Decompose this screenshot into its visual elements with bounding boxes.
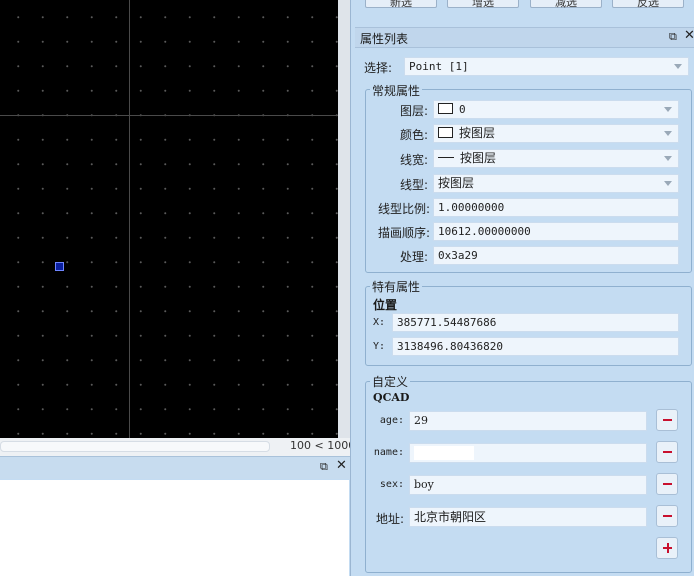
custom-value-address[interactable]: 北京市朝阳区	[409, 507, 647, 527]
drawing-canvas[interactable]	[0, 0, 338, 438]
linetype-label: 线型:	[399, 178, 428, 192]
new-selection-button[interactable]: 新选	[365, 0, 437, 8]
bottom-dock-body	[0, 480, 349, 576]
crosshair-vertical	[129, 0, 130, 438]
minus-icon[interactable]	[656, 473, 678, 495]
y-coordinate-input[interactable]: 3138496.80436820	[392, 337, 679, 356]
custom-key-address: 地址:	[375, 512, 404, 526]
custom-key-age: age:	[379, 415, 404, 426]
color-label: 颜色:	[399, 128, 428, 142]
custom-value-name[interactable]	[409, 443, 647, 463]
selection-label: 选择:	[364, 61, 393, 75]
invert-selection-button[interactable]: 反选	[612, 0, 684, 8]
linetype-dropdown[interactable]: 按图层	[433, 174, 679, 193]
panel-title: 属性列表	[360, 32, 409, 46]
custom-key-sex: sex:	[379, 479, 404, 490]
handle-label: 处理:	[399, 250, 428, 264]
selected-point-grip[interactable]	[55, 262, 64, 271]
draw-order-input[interactable]: 10612.00000000	[433, 222, 679, 241]
chevron-down-icon	[664, 156, 672, 161]
restore-icon[interactable]: ⧉	[669, 30, 677, 44]
general-properties-title: 常规属性	[370, 82, 423, 99]
zoom-indicator: 100 < 1000	[290, 439, 356, 452]
minus-icon[interactable]	[656, 505, 678, 527]
selection-dropdown[interactable]: Point [1]	[404, 57, 689, 76]
selection-value: Point [1]	[409, 60, 469, 73]
linetype-scale-input[interactable]: 1.00000000	[433, 198, 679, 217]
lineweight-dropdown[interactable]: 按图层	[433, 149, 679, 168]
layer-swatch-icon	[438, 103, 453, 114]
chevron-down-icon	[664, 107, 672, 112]
crosshair-horizontal	[0, 115, 338, 116]
chevron-down-icon	[674, 64, 682, 69]
minus-icon[interactable]	[656, 409, 678, 431]
layer-label: 图层:	[399, 104, 428, 118]
chevron-down-icon	[664, 181, 672, 186]
position-label: 位置	[373, 298, 398, 312]
custom-value-sex[interactable]: boy	[409, 475, 647, 495]
close-icon[interactable]: ✕	[684, 29, 694, 43]
property-panel-title-bar: 属性列表 ⧉ ✕	[355, 27, 694, 48]
selection-toolbar: 新选 增选 减选 反选	[350, 0, 694, 8]
y-label: Y:	[373, 341, 386, 352]
line-sample-icon	[438, 157, 454, 158]
custom-value-age[interactable]: 29	[409, 411, 647, 431]
custom-key-name: name:	[373, 447, 404, 458]
x-label: X:	[373, 317, 386, 328]
minus-icon[interactable]	[656, 441, 678, 463]
plus-icon[interactable]	[656, 537, 678, 559]
layer-dropdown[interactable]: 0	[433, 100, 679, 119]
custom-properties-title: 自定义	[370, 373, 411, 390]
bottom-dock-header: ⧉ ✕	[0, 456, 350, 479]
color-dropdown[interactable]: 按图层	[433, 124, 679, 143]
lineweight-label: 线宽:	[399, 153, 428, 167]
restore-icon[interactable]: ⧉	[320, 460, 328, 474]
color-swatch-icon	[438, 127, 453, 138]
specific-properties-title: 特有属性	[370, 278, 423, 295]
subtract-selection-button[interactable]: 减选	[530, 0, 602, 8]
add-selection-button[interactable]: 增选	[447, 0, 519, 8]
name-editor[interactable]	[414, 446, 474, 460]
scrollbar-thumb[interactable]	[0, 441, 270, 452]
x-coordinate-input[interactable]: 385771.54487686	[392, 313, 679, 332]
qcad-app-label: QCAD	[373, 391, 410, 404]
draw-order-label: 描画顺序:	[377, 226, 430, 240]
handle-input[interactable]: 0x3a29	[433, 246, 679, 265]
linetype-scale-label: 线型比例:	[377, 202, 430, 216]
chevron-down-icon	[664, 131, 672, 136]
canvas-vertical-scrollbar[interactable]	[338, 0, 350, 438]
close-icon[interactable]: ✕	[336, 459, 347, 473]
